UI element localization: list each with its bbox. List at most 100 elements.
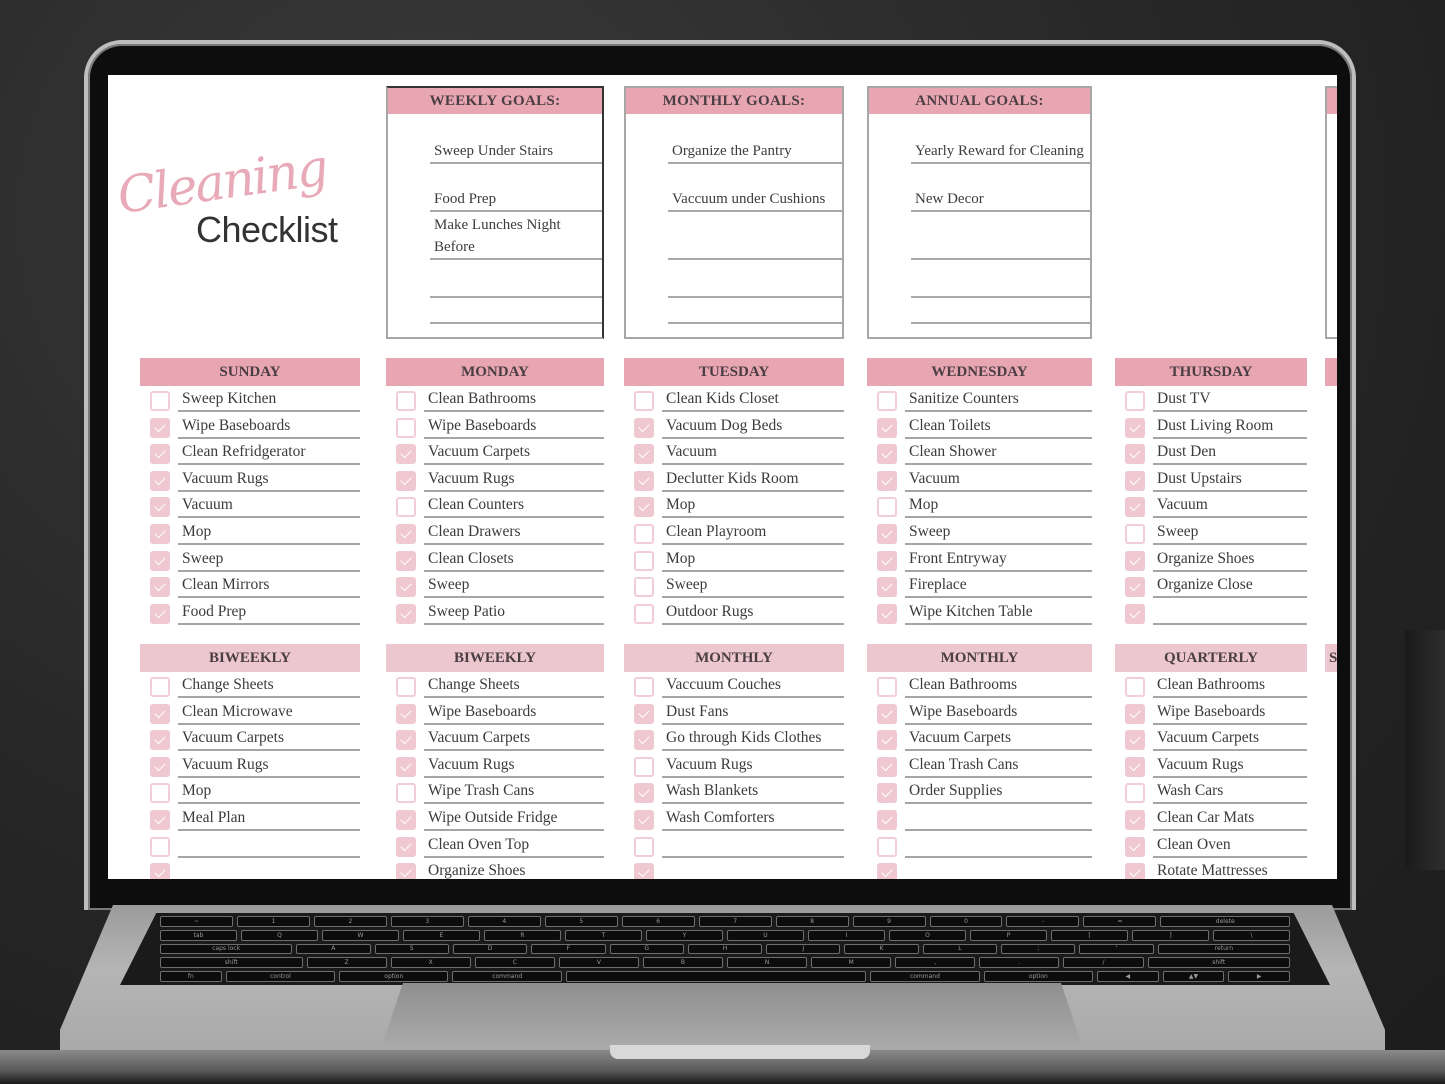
task-label[interactable]: Vacuum Carpets — [178, 727, 360, 752]
checkbox-unchecked[interactable] — [150, 783, 170, 804]
key[interactable]: O — [889, 929, 966, 941]
task-label[interactable]: Vacuum Dog Beds — [662, 415, 844, 439]
task-label[interactable]: Dust Den — [1153, 441, 1307, 466]
key[interactable]: \ — [1213, 929, 1290, 941]
checkbox-checked[interactable] — [1125, 470, 1145, 491]
key[interactable]: W — [322, 929, 399, 941]
checkbox-checked[interactable] — [634, 470, 654, 491]
task-label[interactable]: Vacuum — [905, 468, 1092, 492]
checkbox-unchecked[interactable] — [634, 391, 654, 411]
task-label[interactable]: Change Sheets — [424, 674, 604, 698]
task-label[interactable]: Clean Drawers — [424, 521, 604, 545]
weekly-goal-item[interactable]: Make Lunches Night Before — [430, 214, 602, 260]
key[interactable]: 2 — [313, 916, 387, 927]
task-label[interactable]: Mop — [662, 494, 844, 519]
weekly-goal-item[interactable] — [430, 276, 602, 298]
checkbox-unchecked[interactable] — [634, 756, 654, 777]
checkbox-checked[interactable] — [150, 470, 170, 491]
key[interactable]: 5 — [544, 916, 618, 927]
checkbox-checked[interactable] — [1125, 603, 1145, 624]
key[interactable]: caps lock — [160, 943, 293, 955]
task-label[interactable]: Wipe Outside Fridge — [424, 807, 604, 831]
task-label[interactable]: Clean Bathrooms — [905, 674, 1092, 698]
task-label[interactable] — [905, 834, 1092, 858]
task-label[interactable] — [662, 834, 844, 858]
checkbox-checked[interactable] — [634, 783, 654, 804]
task-label[interactable]: Vaccuum Couches — [662, 674, 844, 698]
checkbox-checked[interactable] — [396, 809, 416, 830]
checkbox-checked[interactable] — [396, 603, 416, 624]
key[interactable]: P — [970, 929, 1047, 941]
checkbox-checked[interactable] — [877, 703, 897, 724]
key[interactable]: B — [642, 957, 724, 969]
monthly-goal-item[interactable] — [668, 302, 842, 324]
key[interactable]: 0 — [929, 916, 1003, 927]
key[interactable] — [565, 971, 867, 982]
monthly-goal-item[interactable] — [668, 276, 842, 298]
key[interactable]: V — [558, 957, 639, 969]
checkbox-unchecked[interactable] — [634, 836, 654, 857]
task-label[interactable]: Clean Toilets — [905, 415, 1092, 439]
task-label[interactable]: Vacuum Carpets — [424, 441, 604, 466]
checkbox-checked[interactable] — [877, 863, 897, 879]
task-label[interactable]: Fireplace — [905, 574, 1092, 599]
key[interactable]: Q — [241, 929, 318, 941]
checkbox-checked[interactable] — [396, 470, 416, 491]
checkbox-checked[interactable] — [877, 730, 897, 751]
key[interactable]: / — [1063, 957, 1144, 969]
task-label[interactable]: Wash Comforters — [662, 807, 844, 831]
task-label[interactable]: Organize Shoes — [424, 860, 604, 879]
task-label[interactable] — [178, 834, 360, 858]
checkbox-unchecked[interactable] — [634, 603, 654, 624]
checkbox-unchecked[interactable] — [150, 836, 170, 857]
key[interactable]: E — [403, 929, 480, 941]
task-label[interactable]: Wash Cars — [1153, 780, 1307, 805]
checkbox-unchecked[interactable] — [877, 677, 897, 697]
checkbox-checked[interactable] — [150, 603, 170, 624]
checkbox-checked[interactable] — [396, 863, 416, 879]
checkbox-checked[interactable] — [877, 756, 897, 777]
monthly-goal-item[interactable]: Organize the Pantry — [668, 118, 842, 164]
key[interactable]: ◀ — [1097, 971, 1159, 982]
task-label[interactable]: Vacuum Carpets — [424, 727, 604, 752]
checkbox-unchecked[interactable] — [877, 836, 897, 857]
key[interactable]: 1 — [236, 916, 310, 927]
key[interactable]: 9 — [852, 916, 926, 927]
task-label[interactable]: Mop — [905, 494, 1092, 519]
checkbox-checked[interactable] — [150, 863, 170, 879]
annual-goal-item[interactable]: Yearly Reward for Cleaning — [911, 118, 1090, 164]
task-label[interactable]: Sweep — [1153, 521, 1307, 545]
checkbox-checked[interactable] — [150, 730, 170, 751]
task-label[interactable]: Sweep Kitchen — [178, 388, 360, 412]
checkbox-checked[interactable] — [396, 577, 416, 598]
checkbox-checked[interactable] — [1125, 836, 1145, 857]
checkbox-checked[interactable] — [877, 417, 897, 438]
key[interactable]: 3 — [390, 916, 464, 927]
weekly-goal-item[interactable]: Sweep Under Stairs — [430, 142, 602, 164]
task-label[interactable]: Clean Oven Top — [424, 834, 604, 858]
key[interactable]: 6 — [621, 916, 695, 927]
task-label[interactable]: Vacuum — [178, 494, 360, 519]
task-label[interactable]: Vacuum Carpets — [1153, 727, 1307, 752]
checkbox-unchecked[interactable] — [150, 677, 170, 697]
task-label[interactable]: Vacuum — [1153, 494, 1307, 519]
task-label[interactable]: Sanitize Counters — [905, 388, 1092, 412]
checkbox-unchecked[interactable] — [1125, 677, 1145, 697]
key[interactable]: shift — [160, 957, 303, 969]
checkbox-checked[interactable] — [396, 756, 416, 777]
key[interactable]: 8 — [775, 916, 849, 927]
checkbox-checked[interactable] — [396, 703, 416, 724]
key[interactable]: H — [687, 943, 763, 955]
key[interactable]: option — [339, 971, 449, 982]
checkbox-checked[interactable] — [877, 809, 897, 830]
task-label[interactable]: Wipe Trash Cans — [424, 780, 604, 805]
task-label[interactable]: Vacuum Rugs — [424, 468, 604, 492]
key[interactable]: X — [390, 957, 471, 969]
key[interactable]: J — [766, 943, 841, 955]
key[interactable]: . — [979, 957, 1060, 969]
checkbox-checked[interactable] — [150, 756, 170, 777]
task-label[interactable]: Vacuum Rugs — [178, 468, 360, 492]
checkbox-checked[interactable] — [1125, 444, 1145, 465]
key[interactable]: R — [484, 929, 561, 941]
key[interactable]: I — [808, 929, 885, 941]
